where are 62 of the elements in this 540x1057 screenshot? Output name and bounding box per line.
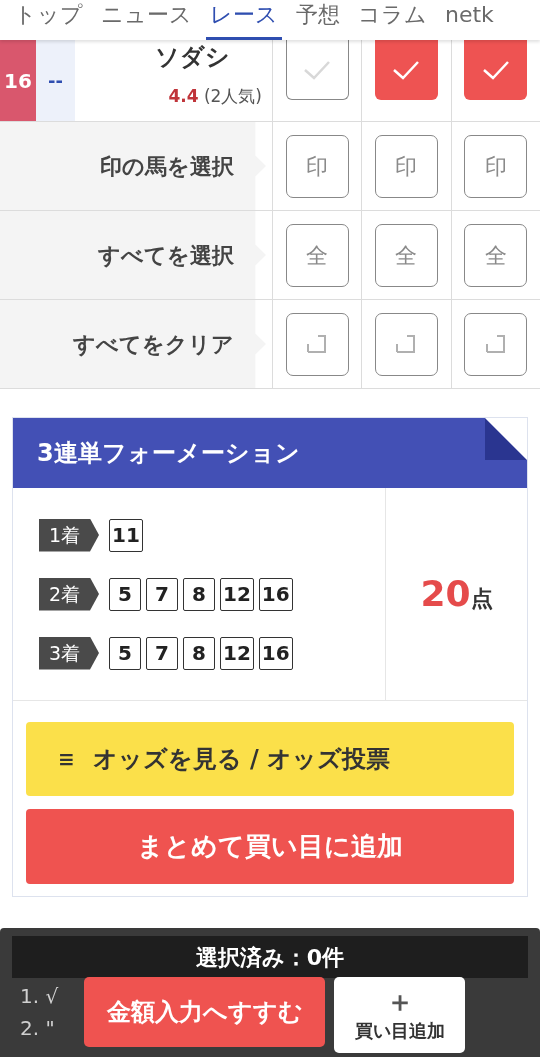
action-button[interactable]: 全 xyxy=(464,223,528,287)
action-label: すべてを選択 xyxy=(98,241,234,270)
action-label: 印の馬を選択 xyxy=(100,152,234,181)
glyph-label: 印 xyxy=(306,152,329,181)
action-button[interactable]: 印 xyxy=(464,134,528,198)
formation-title: 3連単フォーメーション xyxy=(37,438,300,469)
nav-tab[interactable]: コラム xyxy=(354,0,431,40)
nav-tab[interactable]: 予想 xyxy=(292,0,344,40)
horse-number-box: 12 xyxy=(220,577,254,611)
horse-name: ソダシ xyxy=(155,42,231,72)
horse-number-cell: 16 xyxy=(0,40,36,121)
place-tag: 2着 xyxy=(39,577,99,611)
plus-icon: ＋ xyxy=(385,986,414,1017)
horse-number-box: 8 xyxy=(183,577,215,611)
corner-icon xyxy=(307,334,328,354)
selected-count: 選択済み：0件 xyxy=(195,943,345,972)
action-button[interactable] xyxy=(285,312,349,376)
nav-tab[interactable]: ニュース xyxy=(97,0,196,40)
action-button[interactable] xyxy=(375,312,438,376)
popularity-text: (2人気) xyxy=(203,85,262,106)
menu-icon: ≡ xyxy=(58,744,75,774)
place-tag: 3着 xyxy=(39,636,99,670)
horse-number-box: 8 xyxy=(183,636,215,670)
action-button[interactable]: 印 xyxy=(285,134,349,198)
horse-number-box: 7 xyxy=(146,636,178,670)
action-button[interactable]: 全 xyxy=(285,223,349,287)
add-all-button[interactable]: まとめて買い目に追加 xyxy=(26,809,514,884)
corner-icon xyxy=(396,334,417,354)
glyph-label: 全 xyxy=(484,241,507,270)
horse-number-box: 5 xyxy=(109,636,141,670)
mark-cell: -- xyxy=(36,40,75,121)
instruction-text: 2. " xyxy=(20,1016,56,1040)
horse-number-box: 11 xyxy=(109,518,143,552)
nav-tab[interactable]: netk xyxy=(441,0,498,40)
odds-button[interactable]: ≡ オッズを見る / オッズ投票 xyxy=(26,722,514,796)
instruction-text: 1. √ xyxy=(20,984,59,1008)
horse-number-box: 16 xyxy=(258,636,293,670)
checkbox[interactable] xyxy=(375,40,438,100)
horse-number-box: 5 xyxy=(109,577,141,611)
action-button[interactable] xyxy=(464,312,528,376)
points-value: 20 xyxy=(420,572,471,616)
horse-number-box: 16 xyxy=(258,577,293,611)
nav-tab[interactable]: レース xyxy=(206,0,282,40)
glyph-label: 全 xyxy=(306,241,329,270)
check-icon xyxy=(391,59,422,81)
horse-number-box: 7 xyxy=(146,577,178,611)
glyph-label: 印 xyxy=(395,152,418,181)
corner-icon xyxy=(485,334,506,354)
place-tag: 1着 xyxy=(39,518,99,552)
points-unit: 点 xyxy=(470,584,493,613)
checkbox[interactable] xyxy=(285,40,349,100)
glyph-label: 印 xyxy=(484,152,507,181)
nav-tab[interactable]: トップ xyxy=(10,0,87,40)
proceed-button[interactable]: 金額入力へすすむ xyxy=(84,977,325,1047)
glyph-label: 全 xyxy=(395,241,418,270)
horse-number-box: 12 xyxy=(220,636,254,670)
action-button[interactable]: 印 xyxy=(375,134,438,198)
checkbox[interactable] xyxy=(464,40,528,100)
odds-text: 4.4 xyxy=(168,85,199,106)
action-button[interactable]: 全 xyxy=(375,223,438,287)
action-label: すべてをクリア xyxy=(73,330,234,359)
add-ticket-button[interactable]: ＋ 買い目追加 xyxy=(334,977,465,1053)
